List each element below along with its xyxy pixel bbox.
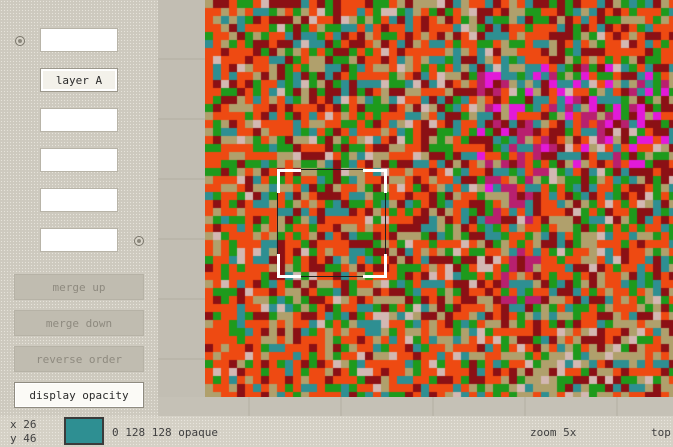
x-label: x [10, 418, 17, 431]
zoom-level: zoom 5x [530, 426, 577, 439]
merge-down-button[interactable]: merge down [14, 310, 144, 336]
layer-slot-4[interactable] [40, 148, 118, 172]
x-coordinate: x 26 [10, 418, 37, 431]
layer-slot-5[interactable] [40, 188, 118, 212]
layer-panel: layer A merge up merge down reverse orde… [0, 0, 158, 416]
canvas-gutter [158, 0, 205, 416]
selection-handle-top-right[interactable] [363, 169, 387, 193]
display-opacity-button[interactable]: display opacity [14, 382, 144, 408]
canvas-bottom-strip [158, 397, 673, 416]
reverse-order-button[interactable]: reverse order [14, 346, 144, 372]
layer-radio-top[interactable] [15, 36, 25, 46]
merge-up-button[interactable]: merge up [14, 274, 144, 300]
selection-handle-bottom-left[interactable] [277, 254, 301, 278]
layer-slot-1[interactable] [40, 28, 118, 52]
x-value: 26 [23, 418, 37, 431]
selection-handle-bottom-right[interactable] [363, 254, 387, 278]
y-coordinate: y 46 [10, 432, 37, 445]
selection-handle-top-left[interactable] [277, 169, 301, 193]
pixel-canvas-area[interactable] [205, 0, 673, 397]
color-values: 0 128 128 opaque [112, 426, 218, 439]
layer-name: layer A [55, 73, 103, 87]
y-value: 46 [23, 432, 37, 445]
status-truncated-text: top [651, 426, 671, 439]
current-color-swatch[interactable] [64, 417, 104, 445]
selection-marquee[interactable] [277, 169, 387, 278]
layer-slot-3[interactable] [40, 108, 118, 132]
layer-radio-bottom[interactable] [134, 236, 144, 246]
y-label: y [10, 432, 17, 445]
layer-slot-6[interactable] [40, 228, 118, 252]
pixel-canvas[interactable] [205, 0, 673, 397]
layer-slot-2[interactable]: layer A [40, 68, 118, 92]
